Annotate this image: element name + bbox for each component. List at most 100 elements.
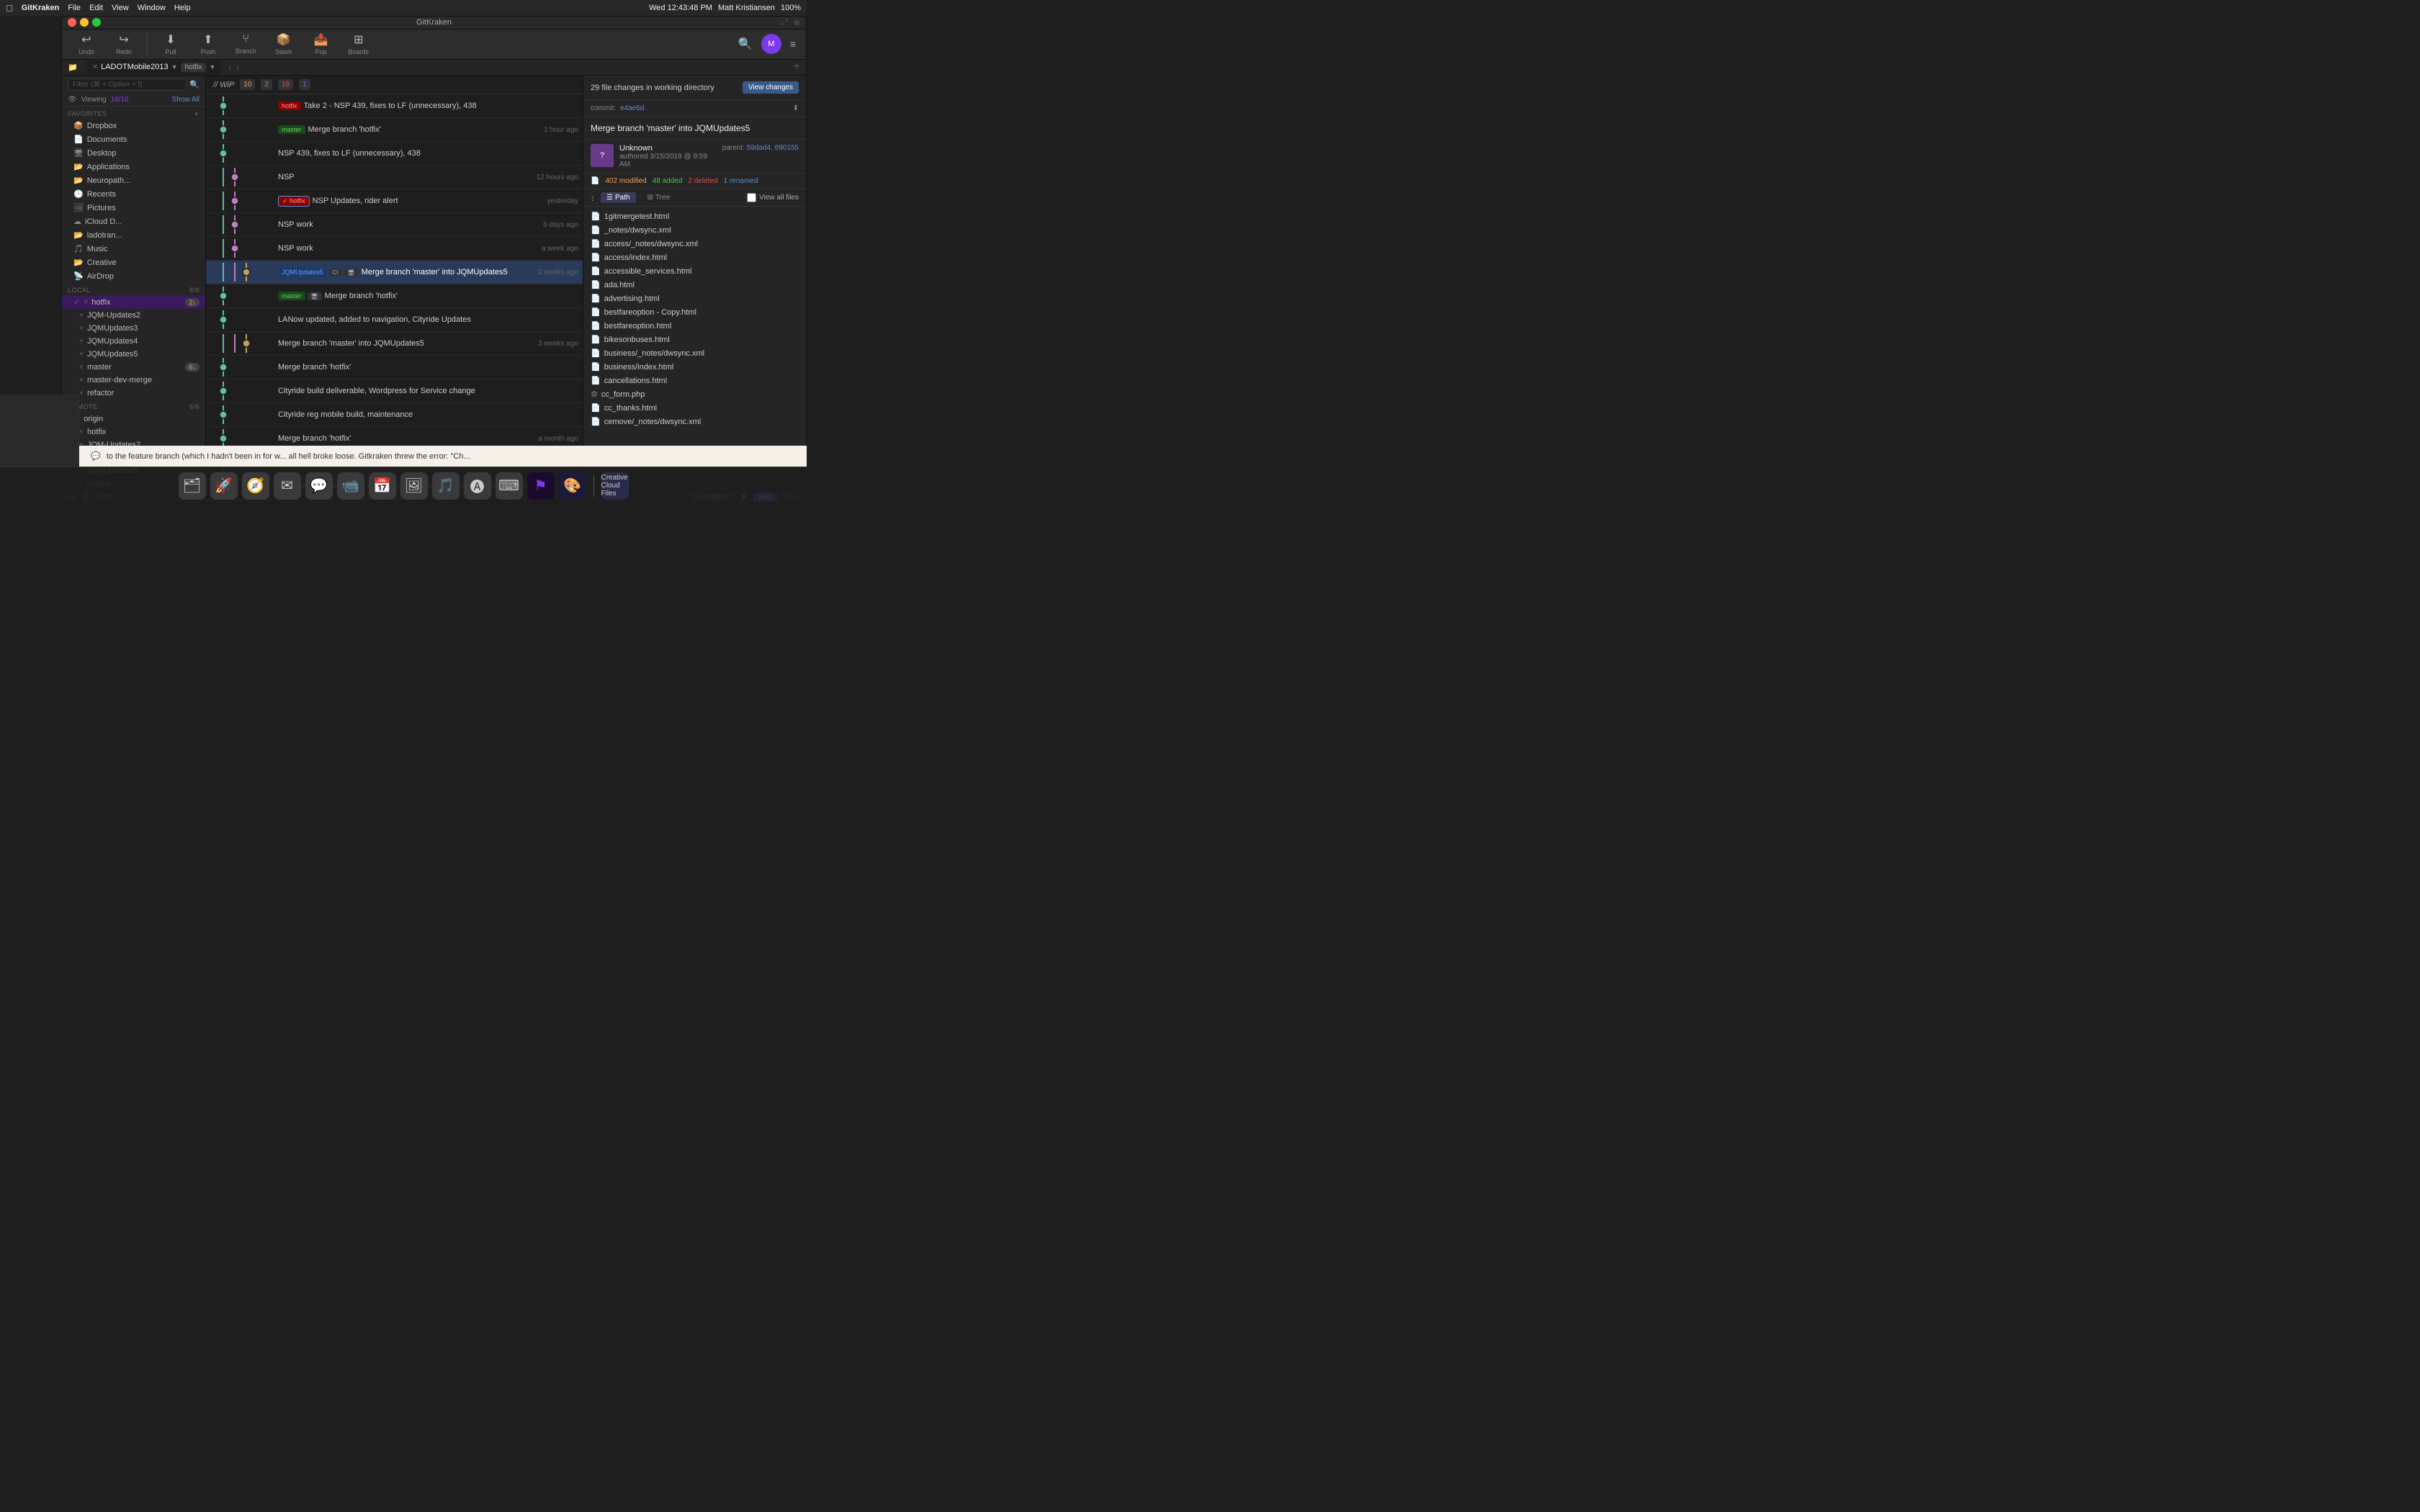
file-item[interactable]: 📄cc_thanks.html (583, 401, 806, 415)
gitkraken-menu[interactable]: GitKraken (22, 4, 60, 12)
sidebar-branch-jqmupdates4[interactable]: ⑂ JQMUpdates4 (62, 335, 205, 348)
show-all-button[interactable]: Show All (172, 96, 200, 104)
commit-hash[interactable]: e4ae6d (620, 104, 644, 112)
dock-creative-cloud[interactable]: 🎨 (559, 472, 586, 500)
new-tab-button[interactable]: + (794, 60, 800, 73)
dock-finder[interactable]: 🗂 (179, 472, 206, 500)
repo-tab[interactable]: ✕ LADOTMobile2013 ▼ hotfix ▼ (86, 60, 222, 74)
dock-itunes[interactable]: 🎵 (432, 472, 460, 500)
sidebar-item-dropbox[interactable]: 📦 Dropbox (62, 119, 205, 132)
boards-button[interactable]: ⊞ Boards (341, 30, 377, 58)
sidebar-branch-master-dev[interactable]: ⑂ master-dev-merge (62, 374, 205, 387)
tab-branch-dropdown[interactable]: ▼ (209, 63, 215, 71)
sidebar-item-documents[interactable]: 📄 Documents (62, 132, 205, 146)
sidebar-branch-refactor[interactable]: ⑂ refactor (62, 387, 205, 400)
dock-terminal[interactable]: ⌨ (496, 472, 523, 500)
sidebar-item-recents[interactable]: 🕒 Recents (62, 187, 205, 201)
apple-menu[interactable]:  (6, 3, 13, 14)
commit-row[interactable]: Merge branch 'hotfix' (206, 356, 583, 379)
viewing-count[interactable]: 16/16 (111, 96, 129, 104)
dock-appstore[interactable]: 🅐 (464, 472, 491, 500)
redo-button[interactable]: ↪ Redo (107, 30, 141, 58)
expand-icon[interactable]: ⤢ (781, 18, 788, 27)
file-item[interactable]: 📄access/_notes/dwsync.xml (583, 237, 806, 251)
file-item[interactable]: 📄advertising.html (583, 292, 806, 305)
nav-back[interactable]: ‹ (227, 60, 233, 74)
close-button[interactable] (68, 18, 76, 27)
commit-row[interactable]: hotfixTake 2 - NSP 439, fixes to LF (unn… (206, 94, 583, 118)
tab-dropdown-icon[interactable]: ▼ (171, 63, 178, 71)
pop-button[interactable]: 📤 Pop (304, 30, 339, 58)
file-item[interactable]: 📄bestfareoption - Copy.html (583, 305, 806, 319)
commit-row[interactable]: NSP12 hours ago (206, 166, 583, 189)
dock-messages[interactable]: 💬 (305, 472, 333, 500)
dock-launchpad[interactable]: 🚀 (210, 472, 238, 500)
sidebar-remote-hotfix[interactable]: ⑂ hotfix (62, 426, 205, 438)
help-menu[interactable]: Help (174, 4, 191, 12)
file-item[interactable]: 📄business/index.html (583, 360, 806, 374)
file-item[interactable]: 📄cemove/_notes/dwsync.xml (583, 415, 806, 428)
sidebar-item-icloud[interactable]: ☁ iCloud D... (62, 215, 205, 228)
resize-icon[interactable]: ⊕ (794, 18, 800, 27)
view-all-checkbox[interactable] (747, 193, 756, 202)
sidebar-item-pictures[interactable]: 🖼 Pictures (62, 201, 205, 215)
sidebar-branch-master[interactable]: ⑂ master 6↓ (62, 361, 205, 374)
commit-row[interactable]: NSP worka week ago (206, 237, 583, 261)
view-menu[interactable]: View (112, 4, 129, 12)
sidebar-remote-origin[interactable]: ⊙ origin (62, 412, 205, 426)
branch-button[interactable]: ⑂ Branch (228, 30, 264, 58)
avatar-button[interactable]: M (761, 34, 781, 54)
dock-creative-cloud-files[interactable]: Creative Cloud Files (601, 472, 629, 500)
commit-row[interactable]: NSP work6 days ago (206, 213, 583, 237)
dock-safari[interactable]: 🧭 (242, 472, 269, 500)
search-button[interactable]: 🔍 (735, 34, 756, 54)
dock-calendar[interactable]: 📅 (369, 472, 396, 500)
path-view-button[interactable]: ☰ Path (601, 192, 636, 203)
file-item[interactable]: 📄accessible_services.html (583, 264, 806, 278)
file-menu[interactable]: File (68, 4, 81, 12)
commit-row[interactable]: master🖥Merge branch 'hotfix' (206, 284, 583, 308)
commit-row[interactable]: ✓ hotfixNSP Updates, rider alertyesterda… (206, 189, 583, 213)
tab-close-icon[interactable]: ✕ (92, 63, 98, 71)
window-menu[interactable]: Window (138, 4, 166, 12)
sidebar-branch-jqmupdates3[interactable]: ⑂ JQMUpdates3 (62, 322, 205, 335)
sidebar-item-applications[interactable]: 📂 Applications (62, 160, 205, 174)
sidebar-branch-hotfix[interactable]: ✓ ⑂ hotfix 2↓ (62, 295, 205, 309)
sidebar-branch-jqm2[interactable]: ⑂ JQM-Updates2 (62, 309, 205, 322)
filter-input[interactable] (68, 78, 187, 91)
commit-row[interactable]: masterMerge branch 'hotfix'1 hour ago (206, 118, 583, 142)
nav-forward[interactable]: › (235, 60, 241, 74)
commit-row[interactable]: Merge branch 'master' into JQMUpdates53 … (206, 332, 583, 356)
minimize-button[interactable] (80, 18, 89, 27)
fullscreen-button[interactable] (92, 18, 101, 27)
file-item[interactable]: ⚙cc_form.php (583, 387, 806, 401)
remote-section[interactable]: REMOTE 6/6 (62, 400, 205, 412)
view-changes-button[interactable]: View changes (743, 81, 799, 94)
sidebar-item-music[interactable]: 🎵 Music (62, 242, 205, 256)
push-button[interactable]: ⬆ Push (191, 30, 225, 58)
favorites-section[interactable]: Favorites ▼ (62, 107, 205, 119)
commit-row[interactable]: LANow updated, added to navigation, City… (206, 308, 583, 332)
parent-hash[interactable]: 59dad4, 690155 (747, 144, 799, 152)
dock-facetime[interactable]: 📹 (337, 472, 364, 500)
file-item[interactable]: 📄cancellations.html (583, 374, 806, 387)
file-item[interactable]: 📄bestfareoption.html (583, 319, 806, 333)
sidebar-item-desktop[interactable]: 🖥 Desktop (62, 146, 205, 160)
commit-row[interactable]: NSP 439, fixes to LF (unnecessary), 438 (206, 142, 583, 166)
file-item[interactable]: 📄1gitmergetest.html (583, 210, 806, 223)
undo-button[interactable]: ↩ Undo (69, 30, 104, 58)
sidebar-item-creative[interactable]: 📂 Creative (62, 256, 205, 269)
file-item[interactable]: 📄ada.html (583, 278, 806, 292)
menu-button[interactable]: ≡ (787, 35, 799, 53)
local-section[interactable]: LOCAL 8/8 (62, 283, 205, 295)
file-item[interactable]: 📄access/index.html (583, 251, 806, 264)
commit-row[interactable]: JQMUpdates5CI🖥Merge branch 'master' into… (206, 261, 583, 284)
download-icon[interactable]: ⬇ (793, 104, 799, 112)
sidebar-branch-jqmupdates5[interactable]: ⑂ JQMUpdates5 (62, 348, 205, 361)
sidebar-item-ladotran[interactable]: 📂 ladotran... (62, 228, 205, 242)
pull-button[interactable]: ⬇ Pull (153, 30, 188, 58)
tree-view-button[interactable]: ⊞ Tree (642, 192, 676, 203)
commit-row[interactable]: Cityride build deliverable, Wordpress fo… (206, 379, 583, 403)
edit-menu[interactable]: Edit (89, 4, 103, 12)
file-item[interactable]: 📄business/_notes/dwsync.xml (583, 346, 806, 360)
